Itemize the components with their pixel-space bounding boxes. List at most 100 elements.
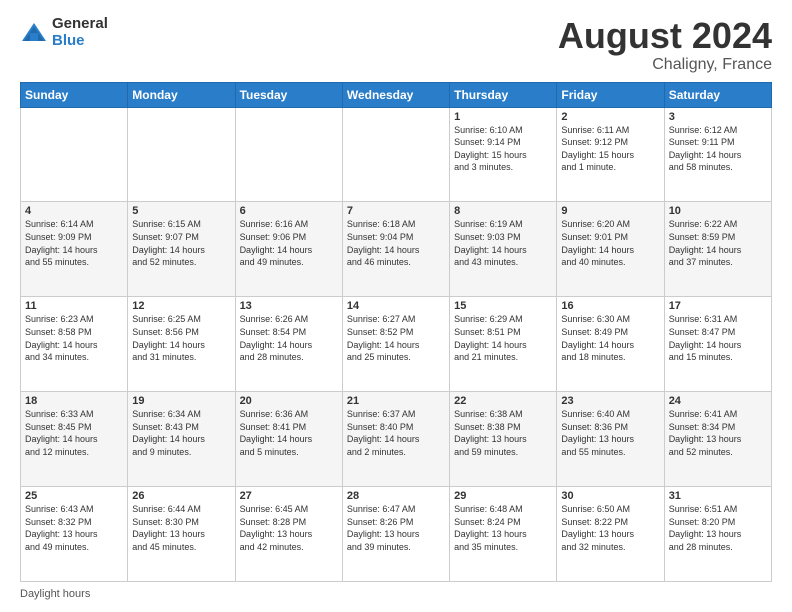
calendar-week-row: 1Sunrise: 6:10 AM Sunset: 9:14 PM Daylig… <box>21 107 772 202</box>
location: Chaligny, France <box>558 56 772 74</box>
day-number: 22 <box>454 395 552 407</box>
day-info: Sunrise: 6:36 AM Sunset: 8:41 PM Dayligh… <box>240 408 338 458</box>
day-info: Sunrise: 6:14 AM Sunset: 9:09 PM Dayligh… <box>25 218 123 268</box>
calendar-cell: 10Sunrise: 6:22 AM Sunset: 8:59 PM Dayli… <box>664 202 771 297</box>
calendar-cell: 24Sunrise: 6:41 AM Sunset: 8:34 PM Dayli… <box>664 392 771 487</box>
day-number: 23 <box>561 395 659 407</box>
day-info: Sunrise: 6:22 AM Sunset: 8:59 PM Dayligh… <box>669 218 767 268</box>
calendar-dow-header: Thursday <box>450 82 557 107</box>
calendar-cell: 3Sunrise: 6:12 AM Sunset: 9:11 PM Daylig… <box>664 107 771 202</box>
day-number: 6 <box>240 205 338 217</box>
day-number: 24 <box>669 395 767 407</box>
day-number: 1 <box>454 111 552 123</box>
logo-blue: Blue <box>52 33 108 50</box>
calendar-week-row: 11Sunrise: 6:23 AM Sunset: 8:58 PM Dayli… <box>21 297 772 392</box>
day-number: 19 <box>132 395 230 407</box>
calendar-dow-header: Sunday <box>21 82 128 107</box>
day-number: 25 <box>25 490 123 502</box>
calendar-cell: 12Sunrise: 6:25 AM Sunset: 8:56 PM Dayli… <box>128 297 235 392</box>
calendar-cell: 13Sunrise: 6:26 AM Sunset: 8:54 PM Dayli… <box>235 297 342 392</box>
day-number: 12 <box>132 300 230 312</box>
calendar-cell: 5Sunrise: 6:15 AM Sunset: 9:07 PM Daylig… <box>128 202 235 297</box>
day-number: 16 <box>561 300 659 312</box>
day-info: Sunrise: 6:51 AM Sunset: 8:20 PM Dayligh… <box>669 503 767 553</box>
day-number: 11 <box>25 300 123 312</box>
calendar-dow-header: Tuesday <box>235 82 342 107</box>
calendar-header-row: SundayMondayTuesdayWednesdayThursdayFrid… <box>21 82 772 107</box>
logo-general: General <box>52 16 108 33</box>
day-info: Sunrise: 6:19 AM Sunset: 9:03 PM Dayligh… <box>454 218 552 268</box>
calendar-cell: 6Sunrise: 6:16 AM Sunset: 9:06 PM Daylig… <box>235 202 342 297</box>
calendar-table: SundayMondayTuesdayWednesdayThursdayFrid… <box>20 82 772 582</box>
day-info: Sunrise: 6:48 AM Sunset: 8:24 PM Dayligh… <box>454 503 552 553</box>
calendar-dow-header: Wednesday <box>342 82 449 107</box>
calendar-cell: 22Sunrise: 6:38 AM Sunset: 8:38 PM Dayli… <box>450 392 557 487</box>
day-info: Sunrise: 6:12 AM Sunset: 9:11 PM Dayligh… <box>669 124 767 174</box>
day-info: Sunrise: 6:38 AM Sunset: 8:38 PM Dayligh… <box>454 408 552 458</box>
calendar-cell: 21Sunrise: 6:37 AM Sunset: 8:40 PM Dayli… <box>342 392 449 487</box>
calendar-cell: 8Sunrise: 6:19 AM Sunset: 9:03 PM Daylig… <box>450 202 557 297</box>
calendar-week-row: 18Sunrise: 6:33 AM Sunset: 8:45 PM Dayli… <box>21 392 772 487</box>
calendar-cell: 17Sunrise: 6:31 AM Sunset: 8:47 PM Dayli… <box>664 297 771 392</box>
day-info: Sunrise: 6:47 AM Sunset: 8:26 PM Dayligh… <box>347 503 445 553</box>
day-info: Sunrise: 6:30 AM Sunset: 8:49 PM Dayligh… <box>561 313 659 363</box>
calendar-cell: 15Sunrise: 6:29 AM Sunset: 8:51 PM Dayli… <box>450 297 557 392</box>
day-number: 17 <box>669 300 767 312</box>
calendar-cell: 25Sunrise: 6:43 AM Sunset: 8:32 PM Dayli… <box>21 487 128 582</box>
calendar-cell: 4Sunrise: 6:14 AM Sunset: 9:09 PM Daylig… <box>21 202 128 297</box>
calendar-cell: 7Sunrise: 6:18 AM Sunset: 9:04 PM Daylig… <box>342 202 449 297</box>
day-info: Sunrise: 6:15 AM Sunset: 9:07 PM Dayligh… <box>132 218 230 268</box>
day-number: 7 <box>347 205 445 217</box>
day-info: Sunrise: 6:18 AM Sunset: 9:04 PM Dayligh… <box>347 218 445 268</box>
calendar-dow-header: Saturday <box>664 82 771 107</box>
day-number: 5 <box>132 205 230 217</box>
calendar-cell <box>21 107 128 202</box>
calendar-week-row: 25Sunrise: 6:43 AM Sunset: 8:32 PM Dayli… <box>21 487 772 582</box>
day-number: 13 <box>240 300 338 312</box>
day-number: 3 <box>669 111 767 123</box>
logo-text: General Blue <box>52 16 108 49</box>
day-number: 9 <box>561 205 659 217</box>
calendar-cell: 11Sunrise: 6:23 AM Sunset: 8:58 PM Dayli… <box>21 297 128 392</box>
day-number: 26 <box>132 490 230 502</box>
calendar-cell: 26Sunrise: 6:44 AM Sunset: 8:30 PM Dayli… <box>128 487 235 582</box>
day-number: 14 <box>347 300 445 312</box>
calendar-cell: 16Sunrise: 6:30 AM Sunset: 8:49 PM Dayli… <box>557 297 664 392</box>
day-info: Sunrise: 6:45 AM Sunset: 8:28 PM Dayligh… <box>240 503 338 553</box>
calendar-cell: 18Sunrise: 6:33 AM Sunset: 8:45 PM Dayli… <box>21 392 128 487</box>
day-number: 31 <box>669 490 767 502</box>
day-number: 21 <box>347 395 445 407</box>
calendar-dow-header: Friday <box>557 82 664 107</box>
day-info: Sunrise: 6:44 AM Sunset: 8:30 PM Dayligh… <box>132 503 230 553</box>
title-section: August 2024 Chaligny, France <box>558 16 772 74</box>
month-year: August 2024 <box>558 16 772 56</box>
calendar-cell: 14Sunrise: 6:27 AM Sunset: 8:52 PM Dayli… <box>342 297 449 392</box>
day-info: Sunrise: 6:50 AM Sunset: 8:22 PM Dayligh… <box>561 503 659 553</box>
calendar-cell: 29Sunrise: 6:48 AM Sunset: 8:24 PM Dayli… <box>450 487 557 582</box>
day-number: 30 <box>561 490 659 502</box>
calendar-cell: 20Sunrise: 6:36 AM Sunset: 8:41 PM Dayli… <box>235 392 342 487</box>
day-number: 4 <box>25 205 123 217</box>
calendar-dow-header: Monday <box>128 82 235 107</box>
day-number: 20 <box>240 395 338 407</box>
day-info: Sunrise: 6:29 AM Sunset: 8:51 PM Dayligh… <box>454 313 552 363</box>
day-info: Sunrise: 6:40 AM Sunset: 8:36 PM Dayligh… <box>561 408 659 458</box>
day-info: Sunrise: 6:37 AM Sunset: 8:40 PM Dayligh… <box>347 408 445 458</box>
calendar-cell: 23Sunrise: 6:40 AM Sunset: 8:36 PM Dayli… <box>557 392 664 487</box>
calendar-cell: 1Sunrise: 6:10 AM Sunset: 9:14 PM Daylig… <box>450 107 557 202</box>
day-info: Sunrise: 6:20 AM Sunset: 9:01 PM Dayligh… <box>561 218 659 268</box>
calendar-week-row: 4Sunrise: 6:14 AM Sunset: 9:09 PM Daylig… <box>21 202 772 297</box>
logo-icon <box>20 19 48 47</box>
calendar-cell: 30Sunrise: 6:50 AM Sunset: 8:22 PM Dayli… <box>557 487 664 582</box>
calendar-cell <box>128 107 235 202</box>
day-info: Sunrise: 6:34 AM Sunset: 8:43 PM Dayligh… <box>132 408 230 458</box>
day-number: 2 <box>561 111 659 123</box>
day-number: 29 <box>454 490 552 502</box>
calendar-cell: 31Sunrise: 6:51 AM Sunset: 8:20 PM Dayli… <box>664 487 771 582</box>
daylight-hours-label: Daylight hours <box>20 588 90 600</box>
calendar-cell <box>342 107 449 202</box>
day-number: 28 <box>347 490 445 502</box>
day-info: Sunrise: 6:16 AM Sunset: 9:06 PM Dayligh… <box>240 218 338 268</box>
day-info: Sunrise: 6:27 AM Sunset: 8:52 PM Dayligh… <box>347 313 445 363</box>
header: General Blue August 2024 Chaligny, Franc… <box>20 16 772 74</box>
